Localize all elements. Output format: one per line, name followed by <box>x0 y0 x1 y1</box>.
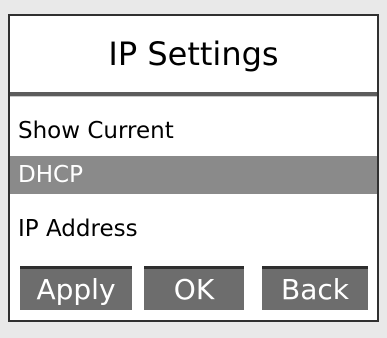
menu-item-label: IP Address <box>18 216 138 242</box>
ip-settings-screen: IP Settings Show Current DHCP IP Address… <box>8 14 379 322</box>
ok-button[interactable]: OK <box>144 266 244 310</box>
apply-button[interactable]: Apply <box>20 266 132 310</box>
menu-item-label: Show Current <box>18 118 174 144</box>
menu-item-label: DHCP <box>18 162 83 188</box>
title-divider-highlight <box>10 96 377 97</box>
menu-item-ip-address[interactable]: IP Address <box>10 210 377 248</box>
menu-item-dhcp[interactable]: DHCP <box>10 156 377 194</box>
menu-item-show-current[interactable]: Show Current <box>10 112 377 150</box>
back-button[interactable]: Back <box>262 266 368 310</box>
page-title: IP Settings <box>108 35 279 73</box>
